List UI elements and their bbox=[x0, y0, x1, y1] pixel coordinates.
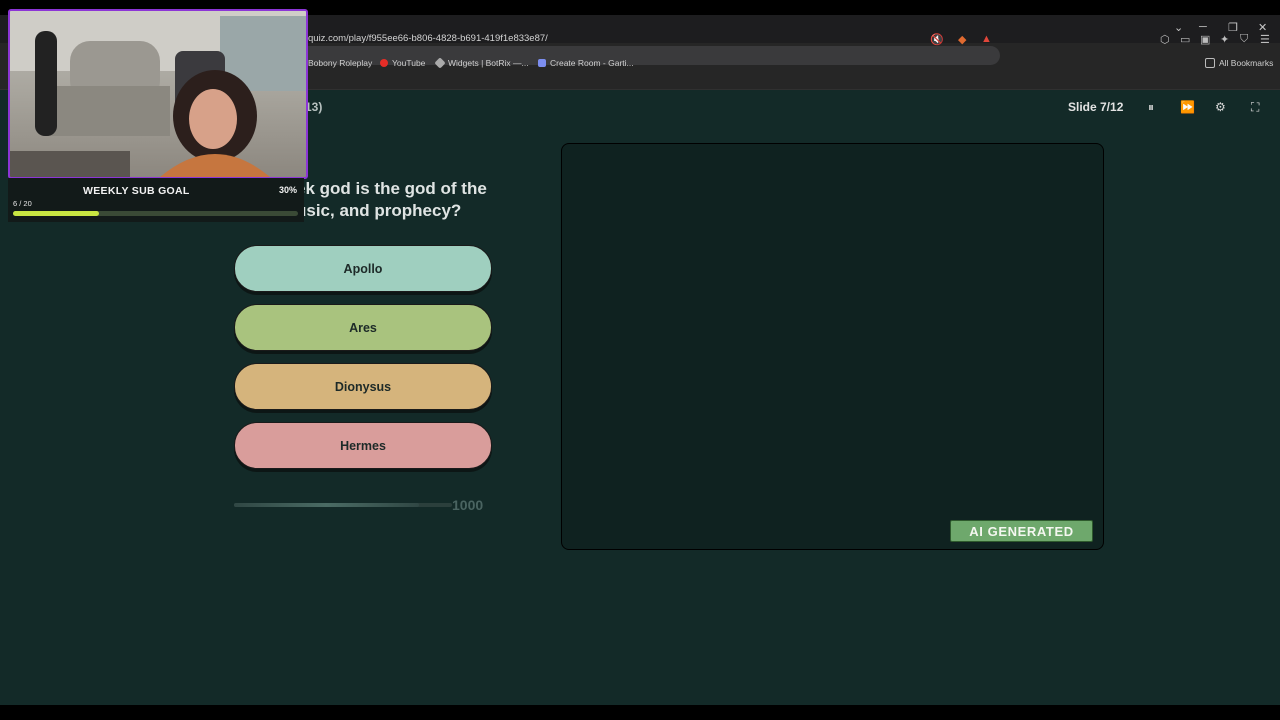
bookmark-bobony[interactable]: Bobony Roleplay bbox=[308, 58, 372, 68]
question-line-2: usic, and prophecy? bbox=[296, 201, 462, 220]
extensions-icon[interactable]: ⬡ bbox=[1160, 33, 1170, 46]
fullscreen-icon[interactable]: ⛶ bbox=[1251, 100, 1259, 115]
pause-icon[interactable]: ⏸ bbox=[1148, 100, 1154, 115]
timer-fill bbox=[234, 503, 420, 507]
timer-bar bbox=[234, 503, 452, 507]
question-image-panel bbox=[561, 143, 1104, 550]
youtube-icon bbox=[380, 59, 388, 67]
bookmark-botrix[interactable]: Widgets | BotRix —... bbox=[434, 57, 529, 69]
answer-button-3[interactable]: Dionysus bbox=[234, 363, 492, 410]
wallet-icon[interactable]: ▣ bbox=[1200, 33, 1210, 46]
vpn-icon[interactable]: ⛉ bbox=[1240, 33, 1248, 46]
sidebar-icon[interactable]: ▭ bbox=[1180, 33, 1190, 46]
webcam-feed bbox=[8, 9, 308, 179]
slide-counter: Slide 7/12 bbox=[1068, 100, 1124, 114]
skip-icon[interactable]: ⏩ bbox=[1180, 100, 1195, 114]
bookmark-youtube[interactable]: YouTube bbox=[380, 58, 425, 68]
bookmark-gartic[interactable]: Create Room - Garti... bbox=[538, 58, 634, 68]
rewards-icon[interactable]: ▲ bbox=[981, 33, 992, 45]
goal-progress-fill bbox=[13, 211, 99, 216]
botrix-icon bbox=[434, 57, 446, 69]
goal-title: WEEKLY SUB GOAL bbox=[83, 185, 190, 197]
ai-generated-badge: AI GENERATED bbox=[950, 520, 1093, 542]
folder-icon bbox=[1205, 58, 1215, 68]
menu-icon[interactable]: ☰ bbox=[1260, 33, 1270, 46]
mute-icon[interactable]: 🔇 bbox=[930, 33, 944, 46]
restore-button[interactable]: ❐ bbox=[1228, 21, 1238, 34]
answer-button-4[interactable]: Hermes bbox=[234, 422, 492, 469]
minimize-button[interactable]: ─ bbox=[1199, 21, 1207, 33]
goal-percent: 30% bbox=[279, 185, 298, 195]
question-text: ek god is the god of the usic, and proph… bbox=[296, 178, 556, 222]
brave-shield-icon[interactable]: ◆ bbox=[958, 33, 966, 46]
settings-icon[interactable]: ⚙ bbox=[1215, 100, 1226, 114]
question-line-1: ek god is the god of the bbox=[296, 179, 487, 198]
gartic-icon bbox=[538, 59, 546, 67]
all-bookmarks[interactable]: All Bookmarks bbox=[1205, 58, 1273, 68]
goal-progress-bar bbox=[13, 211, 298, 216]
leo-icon[interactable]: ✦ bbox=[1220, 33, 1229, 46]
webcam-scene bbox=[10, 11, 306, 177]
answer-button-2[interactable]: Ares bbox=[234, 304, 492, 351]
url-text[interactable]: quiz.com/play/f955ee66-b806-4828-b691-41… bbox=[308, 33, 548, 44]
goal-count: 6 / 20 bbox=[13, 199, 32, 208]
points-value: 1000 bbox=[452, 497, 484, 513]
answer-button-1[interactable]: Apollo bbox=[234, 245, 492, 292]
